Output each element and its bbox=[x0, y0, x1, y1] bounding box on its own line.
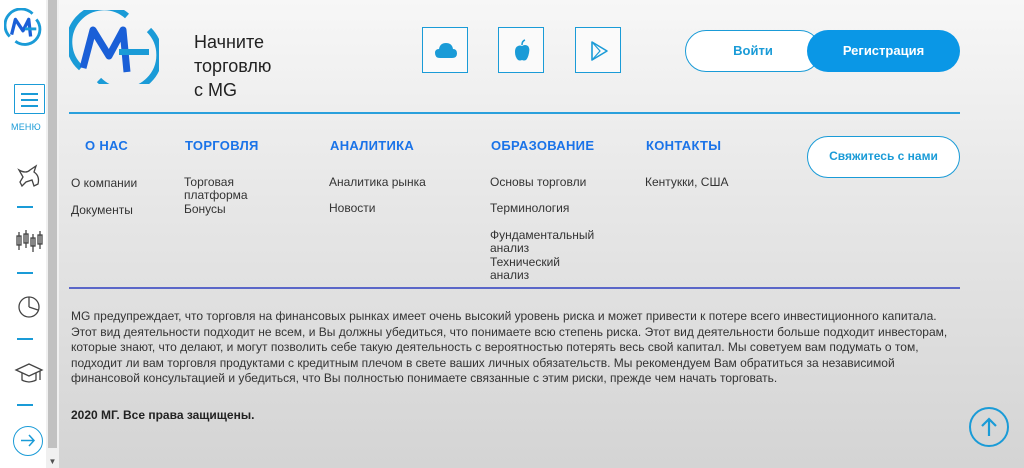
separator bbox=[17, 272, 33, 274]
google-play-icon bbox=[591, 41, 608, 61]
footer: Начните торговлю с MG Войти Регистрация … bbox=[59, 0, 1024, 468]
scrollbar[interactable]: ▼ bbox=[46, 0, 59, 468]
menu-label[interactable]: МЕНЮ bbox=[11, 122, 41, 132]
nav-link-documents[interactable]: Документы bbox=[71, 204, 133, 217]
divider bbox=[69, 287, 960, 289]
logo-icon[interactable] bbox=[4, 8, 42, 46]
nav-heading-trading[interactable]: ТОРГОВЛЯ bbox=[185, 138, 259, 153]
menu-icon[interactable] bbox=[14, 84, 45, 114]
tagline: Начните торговлю с MG bbox=[194, 32, 272, 100]
bull-icon[interactable] bbox=[14, 160, 44, 190]
nav-link-trading-platform[interactable]: Торговая платформа bbox=[184, 176, 264, 202]
separator bbox=[17, 338, 33, 340]
nav-link-address: Кентукки, США bbox=[645, 175, 729, 189]
nav-heading-education[interactable]: ОБРАЗОВАНИЕ bbox=[491, 138, 594, 153]
risk-disclaimer: MG предупреждает, что торговля на финанс… bbox=[71, 309, 948, 386]
arrow-right-icon[interactable] bbox=[13, 426, 43, 456]
arrow-up-icon bbox=[981, 417, 997, 436]
apple-icon bbox=[515, 39, 530, 61]
nav-link-trading-basics[interactable]: Основы торговли bbox=[490, 176, 586, 189]
cloud-store-button[interactable] bbox=[422, 27, 468, 73]
brand-logo-icon[interactable] bbox=[69, 10, 159, 84]
apple-store-button[interactable] bbox=[498, 27, 544, 73]
nav-heading-analytics[interactable]: АНАЛИТИКА bbox=[330, 138, 414, 153]
separator bbox=[17, 404, 33, 406]
divider bbox=[69, 112, 960, 114]
sidebar: МЕНЮ bbox=[0, 0, 47, 468]
nav-link-terminology[interactable]: Терминология bbox=[490, 202, 569, 215]
nav-link-fundamental-analysis[interactable]: Фундаментальный анализ bbox=[490, 229, 600, 255]
nav-heading-contacts[interactable]: КОНТАКТЫ bbox=[646, 138, 721, 153]
separator bbox=[17, 206, 33, 208]
scrollbar-thumb[interactable] bbox=[48, 0, 57, 448]
pie-chart-icon[interactable] bbox=[14, 292, 44, 322]
nav-link-news[interactable]: Новости bbox=[329, 202, 375, 215]
contact-us-button[interactable]: Свяжитесь с нами bbox=[807, 136, 960, 178]
register-button[interactable]: Регистрация bbox=[807, 30, 960, 72]
login-button[interactable]: Войти bbox=[685, 30, 821, 72]
scroll-down-arrow-icon[interactable]: ▼ bbox=[48, 456, 57, 468]
nav-link-technical-analysis[interactable]: Технический анализ bbox=[490, 256, 570, 282]
google-play-store-button[interactable] bbox=[575, 27, 621, 73]
nav-heading-about[interactable]: О НАС bbox=[85, 138, 128, 153]
graduation-cap-icon[interactable] bbox=[14, 358, 44, 388]
candlestick-icon[interactable] bbox=[14, 226, 44, 256]
nav-link-company[interactable]: О компании bbox=[71, 177, 137, 190]
scroll-to-top-button[interactable] bbox=[969, 407, 1009, 447]
nav-link-market-analytics[interactable]: Аналитика рынка bbox=[329, 176, 426, 189]
copyright: 2020 МГ. Все права защищены. bbox=[71, 408, 255, 422]
nav-link-bonuses[interactable]: Бонусы bbox=[184, 203, 226, 216]
cloud-icon bbox=[435, 43, 457, 58]
